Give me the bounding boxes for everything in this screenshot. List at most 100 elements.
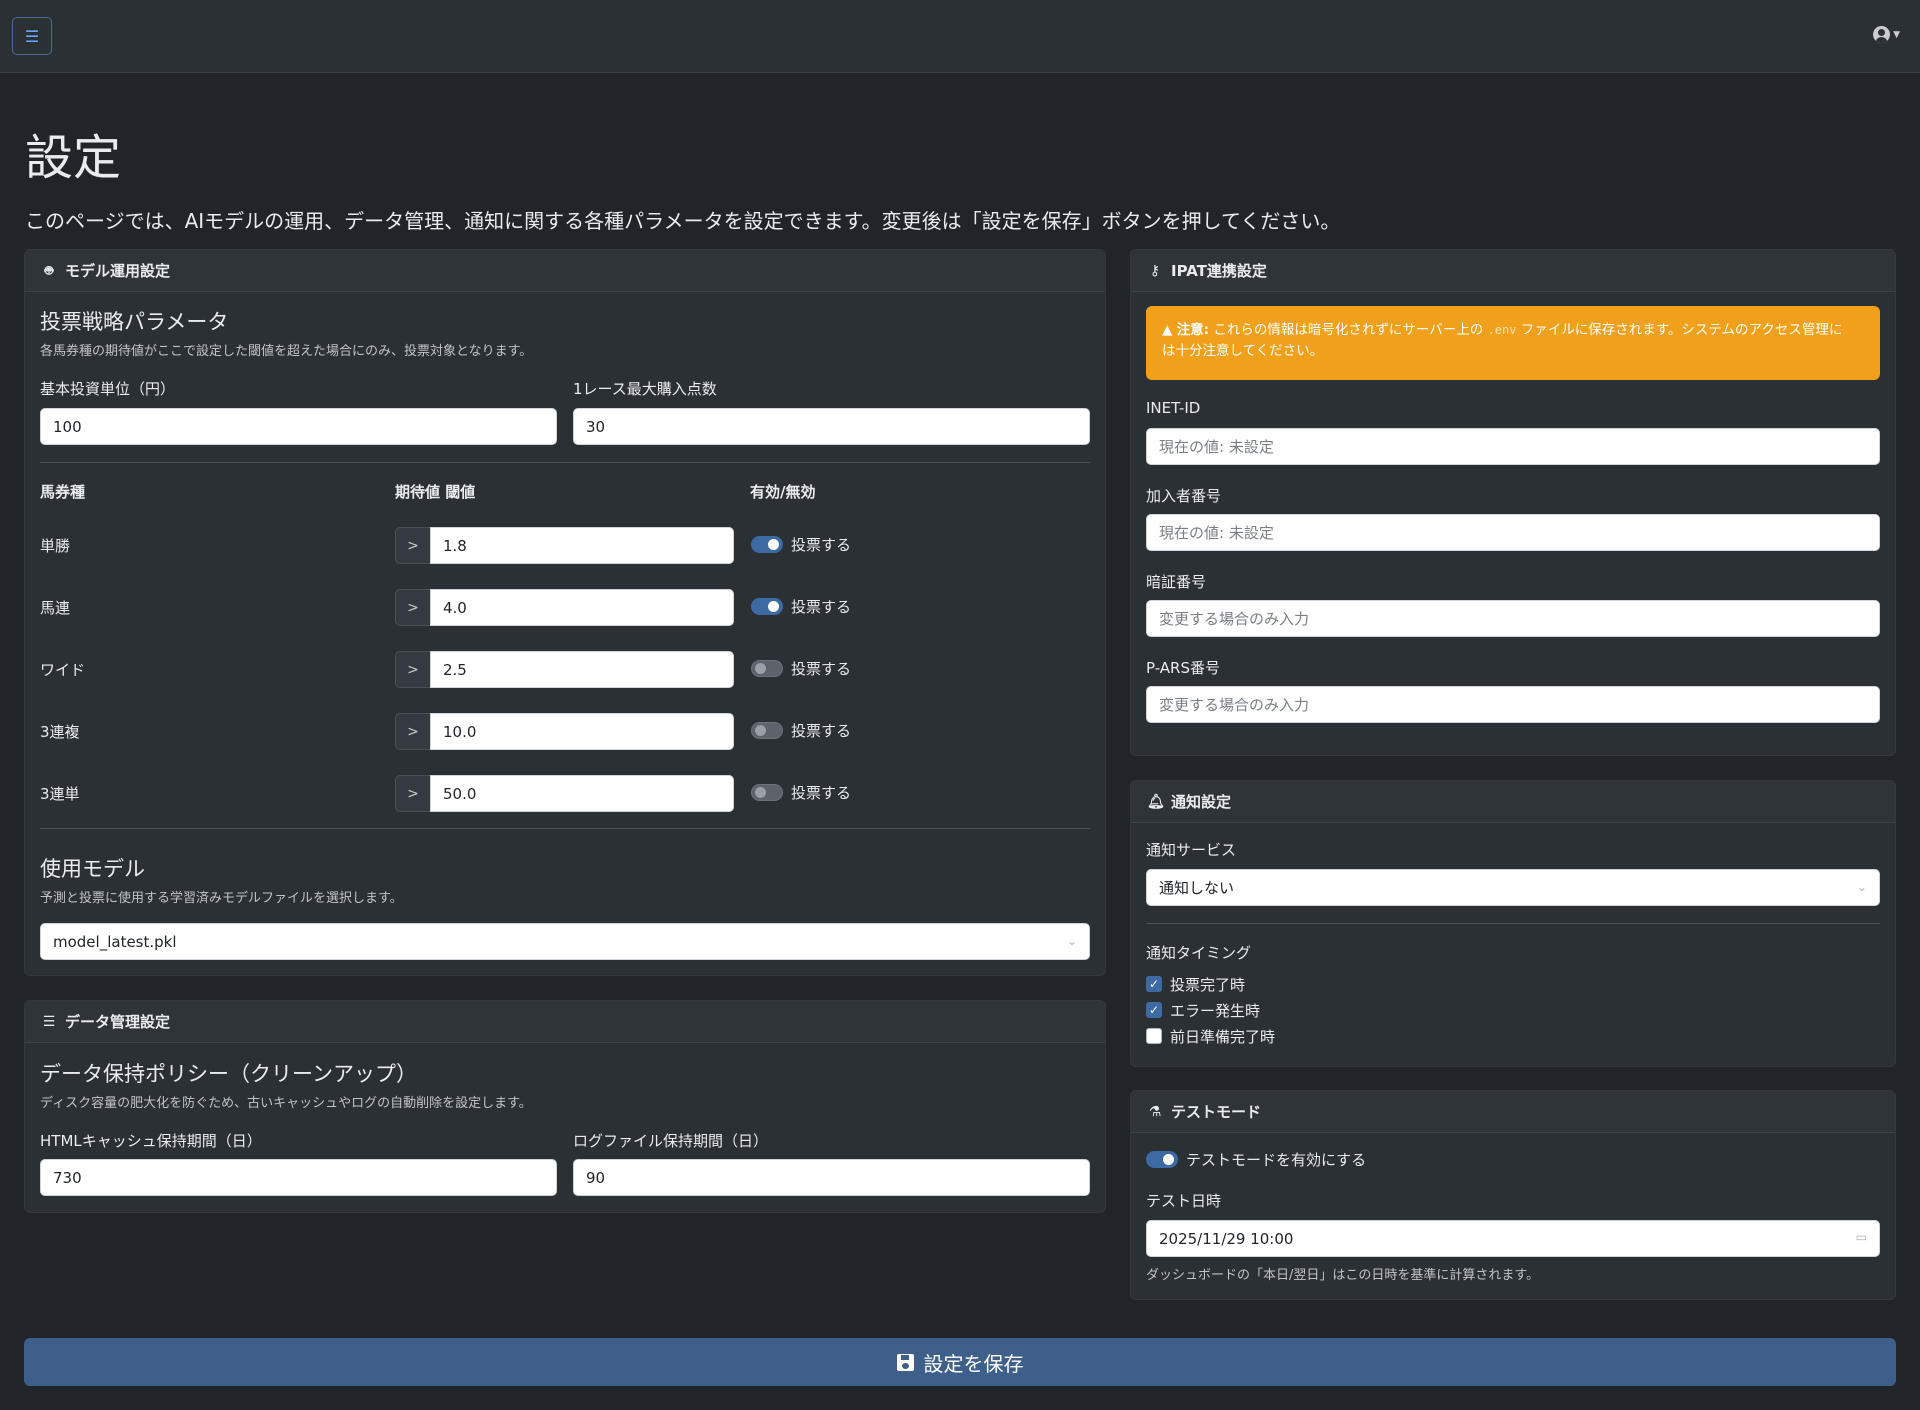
- vote-toggle-switch[interactable]: [751, 598, 783, 615]
- save-settings-label: 設定を保存: [923, 1351, 1024, 1376]
- col-bet-type: 馬券種: [40, 483, 86, 501]
- warning-icon: ▲: [1162, 322, 1173, 338]
- chevron-down-icon: ⌄: [1856, 880, 1867, 894]
- threshold-input[interactable]: 1.8: [430, 527, 734, 564]
- user-circle-icon: [1873, 26, 1891, 43]
- alert-text: これらの情報は暗号化されずにサーバー上の: [1213, 322, 1484, 338]
- card-title: テストモード: [1171, 1103, 1262, 1121]
- member-number-input[interactable]: 現在の値: 未設定: [1146, 514, 1880, 551]
- sidebar-toggle-button[interactable]: ☰: [12, 17, 52, 55]
- bet-type-label: 3連複: [40, 723, 80, 741]
- test-mode-header: ⚗ テストモード: [1131, 1091, 1895, 1133]
- inet-id-label: INET-ID: [1146, 399, 1201, 417]
- chevron-down-icon: ⌄: [1066, 934, 1077, 948]
- notify-service-label: 通知サービス: [1146, 841, 1237, 859]
- threshold-prefix: >: [395, 527, 431, 564]
- timing-checkbox-label: 投票完了時: [1170, 976, 1246, 994]
- model-settings-header: 🤖︎ モデル運用設定: [25, 250, 1105, 292]
- timing-checkbox-label: エラー発生時: [1170, 1002, 1261, 1020]
- log-retention-input[interactable]: 90: [573, 1159, 1090, 1196]
- alert-code: .env: [1487, 323, 1517, 337]
- pin-input[interactable]: 変更する場合のみ入力: [1146, 600, 1880, 637]
- vote-toggle-switch[interactable]: [751, 784, 783, 801]
- notify-service-select[interactable]: 通知しない ⌄: [1146, 869, 1880, 906]
- card-title: 通知設定: [1171, 793, 1232, 811]
- warning-alert: ▲ 注意: これらの情報は暗号化されずにサーバー上の .env ファイルに保存さ…: [1146, 306, 1880, 380]
- test-mode-toggle-label: テストモードを有効にする: [1186, 1151, 1367, 1169]
- top-navbar: ☰ ▼: [0, 0, 1920, 73]
- vote-toggle-label: 投票する: [791, 722, 852, 740]
- threshold-prefix: >: [395, 775, 431, 812]
- vote-toggle-label: 投票する: [791, 784, 852, 802]
- alert-bold: 注意:: [1176, 322, 1210, 338]
- vote-toggle-switch[interactable]: [751, 536, 783, 553]
- test-datetime-value: 2025/11/29 10:00: [1159, 1229, 1294, 1248]
- col-enabled: 有効/無効: [750, 483, 816, 501]
- model-select-value: model_latest.pkl: [53, 932, 177, 951]
- flask-icon: ⚗: [1148, 1103, 1162, 1120]
- timing-checkbox[interactable]: ✓: [1146, 976, 1162, 992]
- model-title: 使用モデル: [40, 857, 145, 881]
- alert-text: は十分注意してください。: [1162, 343, 1324, 359]
- policy-title: データ保持ポリシー（クリーンアップ）: [40, 1062, 417, 1086]
- divider: [1146, 923, 1880, 924]
- notification-settings-header: 🔔︎ 通知設定: [1131, 781, 1895, 823]
- threshold-prefix: >: [395, 713, 431, 750]
- test-datetime-help: ダッシュボードの「本日/翌日」はこの日時を基準に計算されます。: [1146, 1268, 1540, 1283]
- vote-toggle-label: 投票する: [791, 598, 852, 616]
- page-description: このページでは、AIモデルの運用、データ管理、通知に関する各種パラメータを設定で…: [25, 209, 1341, 233]
- timing-checkbox-label: 前日準備完了時: [1170, 1028, 1276, 1046]
- policy-description: ディスク容量の肥大化を防ぐため、古いキャッシュやログの自動削除を設定します。: [40, 1096, 532, 1111]
- page-title: 設定: [25, 130, 122, 186]
- bell-icon: 🔔︎: [1147, 793, 1165, 810]
- max-points-label: 1レース最大購入点数: [573, 380, 717, 398]
- member-number-label: 加入者番号: [1146, 487, 1222, 505]
- max-points-input[interactable]: 30: [573, 408, 1090, 445]
- vote-toggle-label: 投票する: [791, 536, 852, 554]
- divider: [40, 828, 1090, 829]
- pars-input[interactable]: 変更する場合のみ入力: [1146, 686, 1880, 723]
- threshold-input[interactable]: 4.0: [430, 589, 734, 626]
- vote-toggle-switch[interactable]: [751, 722, 783, 739]
- notify-service-value: 通知しない: [1159, 879, 1235, 897]
- base-unit-label: 基本投資単位（円）: [40, 380, 176, 398]
- alert-text: ファイルに保存されます。システムのアクセス管理に: [1520, 322, 1843, 338]
- threshold-prefix: >: [395, 589, 431, 626]
- log-retention-label: ログファイル保持期間（日）: [573, 1132, 769, 1150]
- card-title: IPAT連携設定: [1171, 262, 1267, 280]
- hamburger-icon: ☰: [24, 26, 40, 46]
- base-unit-input[interactable]: 100: [40, 408, 557, 445]
- inet-id-input[interactable]: 現在の値: 未設定: [1146, 428, 1880, 465]
- save-settings-button[interactable]: 設定を保存: [24, 1338, 1896, 1386]
- strategy-description: 各馬券種の期待値がここで設定した閾値を超えた場合にのみ、投票対象となります。: [40, 344, 533, 359]
- key-icon: ⚷: [1149, 262, 1161, 279]
- col-threshold: 期待値 閾値: [395, 483, 476, 501]
- ipat-settings-header: ⚷ IPAT連携設定: [1131, 250, 1895, 292]
- html-cache-input[interactable]: 730: [40, 1159, 557, 1196]
- pin-label: 暗証番号: [1146, 573, 1207, 591]
- pars-label: P-ARS番号: [1146, 659, 1221, 677]
- threshold-input[interactable]: 10.0: [430, 713, 734, 750]
- bet-type-label: 単勝: [40, 537, 71, 555]
- card-title: モデル運用設定: [65, 262, 171, 280]
- test-datetime-input[interactable]: 2025/11/29 10:00 ▭: [1146, 1220, 1880, 1257]
- threshold-input[interactable]: 50.0: [430, 775, 734, 812]
- model-select[interactable]: model_latest.pkl ⌄: [40, 923, 1090, 960]
- timing-checkbox[interactable]: [1146, 1028, 1162, 1044]
- html-cache-label: HTMLキャッシュ保持期間（日）: [40, 1132, 262, 1150]
- strategy-title: 投票戦略パラメータ: [40, 310, 229, 334]
- user-menu-button[interactable]: ▼: [1873, 26, 1900, 43]
- robot-icon: 🤖︎: [44, 262, 54, 279]
- timing-checkbox[interactable]: ✓: [1146, 1002, 1162, 1018]
- card-title: データ管理設定: [65, 1013, 171, 1031]
- threshold-input[interactable]: 2.5: [430, 651, 734, 688]
- data-settings-header: ☰ データ管理設定: [25, 1001, 1105, 1043]
- test-mode-toggle[interactable]: [1146, 1151, 1178, 1168]
- vote-toggle-switch[interactable]: [751, 660, 783, 677]
- database-icon: ☰: [42, 1013, 56, 1030]
- test-datetime-label: テスト日時: [1146, 1192, 1222, 1210]
- bet-type-label: 馬連: [40, 599, 71, 617]
- vote-toggle-label: 投票する: [791, 660, 852, 678]
- calendar-icon[interactable]: ▭: [1856, 1230, 1867, 1244]
- model-description: 予測と投票に使用する学習済みモデルファイルを選択します。: [40, 891, 403, 906]
